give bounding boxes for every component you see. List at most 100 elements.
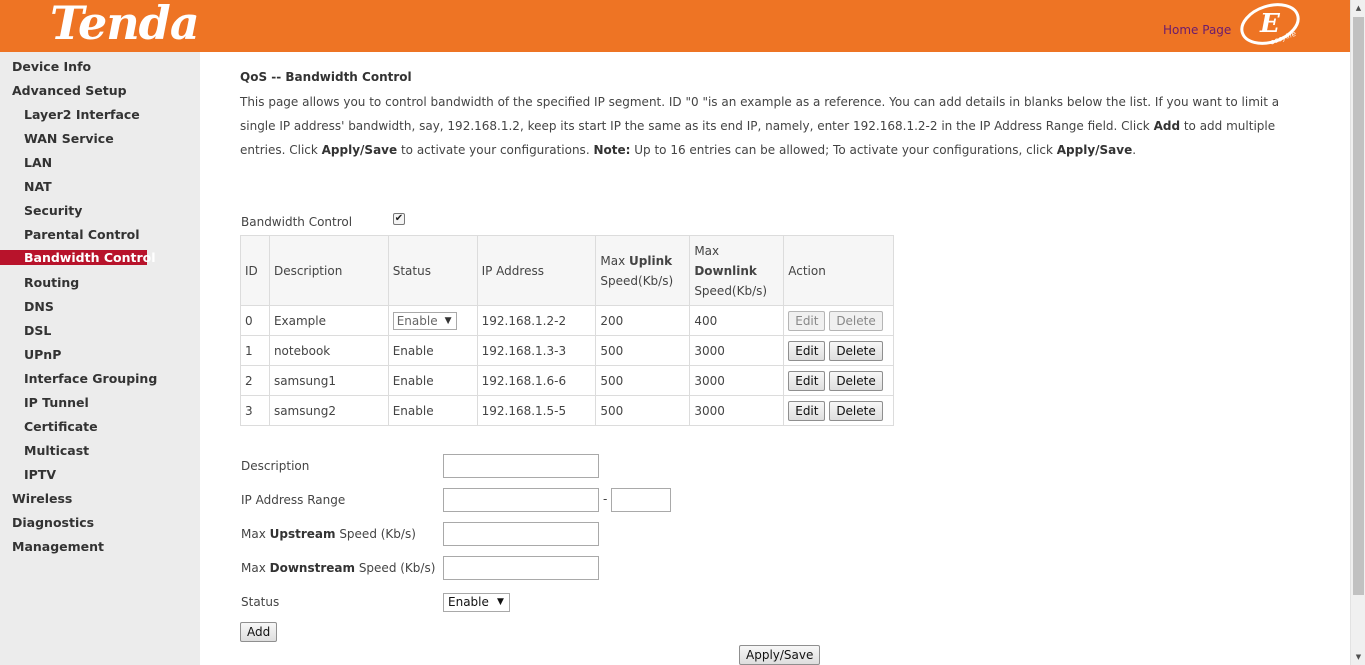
- sidebar-item-dns[interactable]: DNS: [24, 299, 54, 314]
- dropdown-arrow-icon: ▼: [444, 315, 452, 326]
- apply-save-button[interactable]: Apply/Save: [739, 645, 821, 665]
- header-uplink: Max Uplink Speed(Kb/s): [595, 235, 691, 306]
- table-row: 1 notebook Enable 192.168.1.3-3 500 3000…: [240, 335, 894, 366]
- cell-description: samsung2: [268, 395, 389, 426]
- sidebar-item-bandwidth-control[interactable]: Bandwidth Control: [0, 250, 156, 265]
- cell-uplink: 500: [595, 395, 691, 426]
- header-id: ID: [240, 235, 270, 306]
- vertical-scrollbar[interactable]: ▲ ▼: [1350, 0, 1365, 665]
- cell-uplink: 500: [595, 365, 691, 396]
- cell-uplink: 500: [595, 335, 691, 366]
- table-row: 0 Example Enable ▼ 192.168.1.2-2 200 400 …: [240, 305, 894, 336]
- edit-button[interactable]: Edit: [788, 340, 826, 361]
- cell-downlink: 3000: [689, 335, 785, 366]
- header-description: Description: [268, 235, 389, 306]
- delete-button[interactable]: Delete: [829, 310, 883, 331]
- cell-status: Enable ▼: [387, 305, 478, 336]
- cell-action: Edit Delete: [783, 395, 894, 426]
- sidebar-item-diagnostics[interactable]: Diagnostics: [12, 515, 94, 530]
- delete-button[interactable]: Delete: [829, 400, 883, 421]
- sidebar-item-routing[interactable]: Routing: [24, 275, 79, 290]
- cell-downlink: 3000: [689, 365, 785, 396]
- sidebar-item-certificate[interactable]: Certificate: [24, 419, 98, 434]
- cell-id: 3: [240, 395, 270, 426]
- upstream-speed-field[interactable]: [443, 522, 599, 546]
- sidebar-item-security[interactable]: Security: [24, 203, 82, 218]
- header-status: Status: [387, 235, 478, 306]
- sidebar-item-lan[interactable]: LAN: [24, 155, 52, 170]
- cell-status: Enable: [387, 395, 478, 426]
- cell-id: 1: [240, 335, 270, 366]
- sidebar-item-parental-control[interactable]: Parental Control: [24, 227, 140, 242]
- cell-uplink: 200: [595, 305, 691, 336]
- sidebar-item-device-info[interactable]: Device Info: [12, 59, 91, 74]
- add-button[interactable]: Add: [240, 622, 278, 642]
- sidebar-item-nat[interactable]: NAT: [24, 179, 52, 194]
- delete-button[interactable]: Delete: [829, 340, 883, 361]
- sidebar-item-layer2-interface[interactable]: Layer2 Interface: [24, 107, 140, 122]
- bandwidth-control-label: Bandwidth Control: [241, 215, 353, 229]
- ip-range-end-field[interactable]: [611, 488, 671, 512]
- description-field[interactable]: [443, 454, 599, 478]
- status-label: Status: [241, 595, 280, 609]
- cell-id: 2: [240, 365, 270, 396]
- sidebar-item-management[interactable]: Management: [12, 539, 104, 554]
- edit-button[interactable]: Edit: [788, 400, 826, 421]
- cell-ip: 192.168.1.5-5: [476, 395, 597, 426]
- cell-downlink: 3000: [689, 395, 785, 426]
- cell-ip: 192.168.1.6-6: [476, 365, 597, 396]
- header-downlink: Max Downlink Speed(Kb/s): [689, 235, 785, 306]
- sidebar-item-advanced-setup[interactable]: Advanced Setup: [12, 83, 127, 98]
- sidebar-item-upnp[interactable]: UPnP: [24, 347, 61, 362]
- table-row: 3 samsung2 Enable 192.168.1.5-5 500 3000…: [240, 395, 894, 426]
- delete-button[interactable]: Delete: [829, 370, 883, 391]
- cell-description: samsung1: [268, 365, 389, 396]
- home-page-link[interactable]: Home Page: [1163, 23, 1231, 37]
- table-row: 2 samsung1 Enable 192.168.1.6-6 500 3000…: [240, 365, 894, 396]
- cell-downlink: 400: [689, 305, 785, 336]
- sidebar-item-interface-grouping[interactable]: Interface Grouping: [24, 371, 157, 386]
- example-status-select[interactable]: Enable ▼: [392, 311, 457, 330]
- downstream-speed-label: Max Downstream Speed (Kb/s): [241, 561, 436, 575]
- intro-text: This page allows you to control bandwidt…: [240, 95, 1280, 157]
- dropdown-arrow-icon: ▼: [496, 597, 504, 607]
- description-label: Description: [241, 459, 310, 473]
- cell-description: Example: [268, 305, 389, 336]
- sidebar-item-wireless[interactable]: Wireless: [12, 491, 72, 506]
- header-action: Action: [783, 235, 894, 306]
- sidebar-nav: Device Info Advanced Setup Layer2 Interf…: [0, 52, 200, 665]
- checkmark-icon: ✔: [394, 213, 404, 224]
- cell-action: Edit Delete: [783, 305, 894, 336]
- sidebar-item-wan-service[interactable]: WAN Service: [24, 131, 114, 146]
- cell-description: notebook: [268, 335, 389, 366]
- edit-button[interactable]: Edit: [788, 370, 826, 391]
- scroll-down-icon[interactable]: ▼: [1351, 649, 1365, 665]
- bandwidth-rules-table: ID Description Status IP Address Max Upl…: [240, 235, 894, 426]
- scroll-up-icon[interactable]: ▲: [1351, 0, 1365, 16]
- cell-ip: 192.168.1.3-3: [476, 335, 597, 366]
- table-header-row: ID Description Status IP Address Max Upl…: [240, 235, 894, 306]
- ip-range-dash: -: [603, 492, 608, 506]
- bandwidth-control-checkbox[interactable]: ✔: [393, 213, 405, 225]
- scroll-thumb[interactable]: [1353, 17, 1364, 595]
- sidebar-item-multicast[interactable]: Multicast: [24, 443, 89, 458]
- tenda-logo: Tenda: [50, 0, 200, 50]
- ip-range-start-field[interactable]: [443, 488, 599, 512]
- cell-action: Edit Delete: [783, 335, 894, 366]
- sidebar-item-iptv[interactable]: IPTV: [24, 467, 56, 482]
- edit-button[interactable]: Edit: [788, 310, 826, 331]
- svg-text:E: E: [1259, 9, 1281, 39]
- cell-id: 0: [240, 305, 270, 336]
- sidebar-item-ip-tunnel[interactable]: IP Tunnel: [24, 395, 89, 410]
- downstream-speed-field[interactable]: [443, 556, 599, 580]
- cell-action: Edit Delete: [783, 365, 894, 396]
- top-header: Tenda Home Page E easylife: [0, 0, 1350, 52]
- ip-range-label: IP Address Range: [241, 493, 346, 507]
- header-ip-address: IP Address: [476, 235, 597, 306]
- cell-ip: 192.168.1.2-2: [476, 305, 597, 336]
- sidebar-item-dsl[interactable]: DSL: [24, 323, 51, 338]
- page-title: QoS -- Bandwidth Control: [240, 70, 412, 84]
- cell-status: Enable: [387, 335, 478, 366]
- cell-status: Enable: [387, 365, 478, 396]
- status-select[interactable]: Enable ▼: [443, 593, 510, 612]
